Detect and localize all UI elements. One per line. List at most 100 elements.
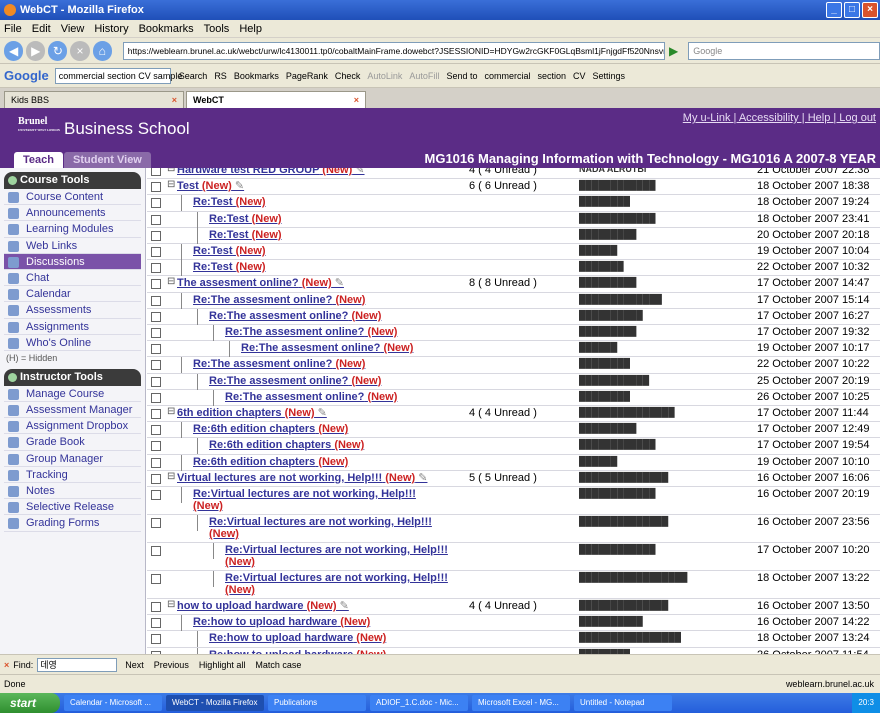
edit-icon[interactable]: ✎ <box>415 472 427 484</box>
sidebar-item-manage-course[interactable]: Manage Course <box>4 386 141 403</box>
select-checkbox[interactable] <box>151 279 161 290</box>
reply-row[interactable]: Re:The assesment online? (New) ██████████… <box>147 308 880 325</box>
google-autolink-button[interactable]: AutoLink <box>367 71 402 81</box>
thread-row[interactable]: ⊟ how to upload hardware (New) ✎ 4 ( 4 Unr… <box>147 599 880 616</box>
select-checkbox[interactable] <box>151 295 161 306</box>
select-checkbox[interactable] <box>151 344 161 355</box>
highlight-all-checkbox[interactable]: Highlight all <box>199 660 246 670</box>
sidebar-item-tracking[interactable]: Tracking <box>4 467 141 483</box>
reload-icon[interactable]: ↻ <box>48 40 68 61</box>
sidebar-item-notes[interactable]: Notes <box>4 483 141 500</box>
message-subject-link[interactable]: Re:Test (New) <box>209 213 282 225</box>
message-subject-link[interactable]: Re:how to upload hardware (New) <box>209 632 386 644</box>
reply-row[interactable]: Re:Test (New) ████████ 18 October 2007 19:… <box>147 195 880 212</box>
message-subject-link[interactable]: Re:The assesment online? (New) <box>193 358 365 370</box>
message-subject-link[interactable]: The assesment online? (New) ✎ <box>177 277 344 289</box>
sidebar-item-announcements[interactable]: Announcements <box>4 205 141 222</box>
highlight-section-button[interactable]: section <box>537 71 566 81</box>
taskbar-item-excel[interactable]: Microsoft Excel - MG... <box>472 695 570 711</box>
taskbar-item-firefox[interactable]: WebCT - Mozilla Firefox <box>166 695 264 711</box>
message-subject-link[interactable]: Re:6th edition chapters (New) <box>209 439 364 451</box>
match-case-checkbox[interactable]: Match case <box>255 660 301 670</box>
select-checkbox[interactable] <box>151 457 161 468</box>
reply-row[interactable]: Re:Test (New) █████████ 20 October 2007 20… <box>147 227 880 244</box>
select-checkbox[interactable] <box>151 618 161 629</box>
edit-icon[interactable]: ✎ <box>315 407 327 419</box>
tab-kids-bbs[interactable]: Kids BBS × <box>4 91 184 108</box>
edit-icon[interactable]: ✎ <box>337 600 349 612</box>
highlight-commercial-button[interactable]: commercial <box>484 71 530 81</box>
menu-help[interactable]: Help <box>239 23 262 35</box>
url-bar[interactable]: https://weblearn.brunel.ac.uk/webct/urw/… <box>122 41 666 60</box>
select-checkbox[interactable] <box>151 230 161 241</box>
select-checkbox[interactable] <box>151 247 161 257</box>
select-checkbox[interactable] <box>151 168 161 176</box>
message-subject-link[interactable]: Re:The assesment online? (New) <box>209 310 381 322</box>
google-settings-button[interactable]: Settings <box>593 71 626 81</box>
edit-icon[interactable]: ✎ <box>352 168 364 176</box>
message-subject-link[interactable]: Re:Virtual lectures are not working, Hel… <box>193 488 433 512</box>
message-subject-link[interactable]: Re:Test (New) <box>193 245 266 257</box>
reply-row[interactable]: Re:Test (New) ████████████ 18 October 2007… <box>147 211 880 228</box>
google-rs-button[interactable]: RS <box>214 71 227 81</box>
taskbar-item-calendar[interactable]: Calendar - Microsoft ... <box>64 695 162 711</box>
select-checkbox[interactable] <box>151 311 161 322</box>
select-checkbox[interactable] <box>151 214 161 225</box>
select-checkbox[interactable] <box>151 490 161 500</box>
reply-row[interactable]: Re:The assesment online? (New) ██████████… <box>147 292 880 309</box>
menu-view[interactable]: View <box>61 23 85 35</box>
select-checkbox[interactable] <box>151 409 161 419</box>
select-checkbox[interactable] <box>151 441 161 452</box>
find-input[interactable]: 데영 <box>37 657 118 672</box>
sidebar-item-calendar[interactable]: Calendar <box>4 286 141 303</box>
collapse-icon[interactable]: ⊟ <box>167 599 175 610</box>
message-subject-link[interactable]: Re:Test (New) <box>209 229 282 241</box>
message-subject-link[interactable]: Re:6th edition chapters (New) <box>193 456 348 468</box>
reply-row[interactable]: Re:how to upload hardware (New) █████████… <box>147 631 880 648</box>
tab-teach[interactable]: Teach <box>14 152 63 168</box>
go-icon[interactable]: ▶ <box>669 44 678 58</box>
select-checkbox[interactable] <box>151 518 161 528</box>
reply-row[interactable]: Re:Virtual lectures are not working, Hel… <box>147 571 880 599</box>
sidebar-item-discussions[interactable]: Discussions <box>4 253 141 270</box>
thread-row[interactable]: ⊟ 6th edition chapters (New) ✎ 4 ( 4 Unrea… <box>147 406 880 423</box>
collapse-icon[interactable]: ⊟ <box>167 471 175 482</box>
sidebar-item-assessment-manager[interactable]: Assessment Manager <box>4 402 141 419</box>
select-checkbox[interactable] <box>151 392 161 403</box>
unread-count[interactable]: 8 ( 8 Unread ) <box>469 277 537 289</box>
edit-icon[interactable]: ✎ <box>332 277 344 289</box>
back-icon[interactable]: ◀ <box>4 40 24 61</box>
unread-count[interactable]: 4 ( 4 Unread ) <box>469 600 537 612</box>
minimize-button[interactable]: _ <box>826 2 842 18</box>
sidebar-item-grade-book[interactable]: Grade Book <box>4 434 141 451</box>
reply-row[interactable]: Re:The assesment online? (New) ██████ 19 O… <box>147 341 880 358</box>
close-find-icon[interactable]: × <box>4 660 9 670</box>
message-subject-link[interactable]: Re:Test (New) <box>193 196 266 208</box>
thread-row[interactable]: ⊟ Test (New) ✎ 6 ( 6 Unread ) ████████████ 1… <box>147 179 880 196</box>
select-checkbox[interactable] <box>151 198 161 209</box>
select-checkbox[interactable] <box>151 634 161 645</box>
select-checkbox[interactable] <box>151 328 161 338</box>
collapse-icon[interactable]: ⊟ <box>167 406 175 417</box>
select-checkbox[interactable] <box>151 263 161 274</box>
reply-row[interactable]: Re:6th edition chapters (New) ██████ 19 Oc… <box>147 454 880 471</box>
collapse-icon[interactable]: ⊟ <box>167 179 175 190</box>
message-subject-link[interactable]: Re:The assesment online? (New) <box>225 326 397 338</box>
close-window-button[interactable]: × <box>862 2 878 18</box>
unread-count[interactable]: 4 ( 4 Unread ) <box>469 168 537 176</box>
reply-row[interactable]: Re:Virtual lectures are not working, Hel… <box>147 487 880 515</box>
reply-row[interactable]: Re:Virtual lectures are not working, Hel… <box>147 515 880 543</box>
reply-row[interactable]: Re:Test (New) ███████ 22 October 2007 10:3… <box>147 260 880 277</box>
message-subject-link[interactable]: Virtual lectures are not working, Help!!… <box>177 472 427 484</box>
google-query-input[interactable]: commercial section CV sample <box>54 67 182 84</box>
find-next-button[interactable]: Next <box>125 660 144 670</box>
google-check-button[interactable]: Check <box>335 71 361 81</box>
select-checkbox[interactable] <box>151 546 161 556</box>
select-checkbox[interactable] <box>151 473 161 484</box>
reply-row[interactable]: Re:The assesment online? (New) ██████████… <box>147 373 880 390</box>
instructor-tools-heading[interactable]: Instructor Tools <box>4 368 141 386</box>
maximize-button[interactable]: □ <box>844 2 860 18</box>
collapse-icon[interactable]: ⊟ <box>167 276 175 287</box>
sidebar-item-learning-modules[interactable]: Learning Modules <box>4 221 141 238</box>
taskbar-item-publications[interactable]: Publications <box>268 695 366 711</box>
